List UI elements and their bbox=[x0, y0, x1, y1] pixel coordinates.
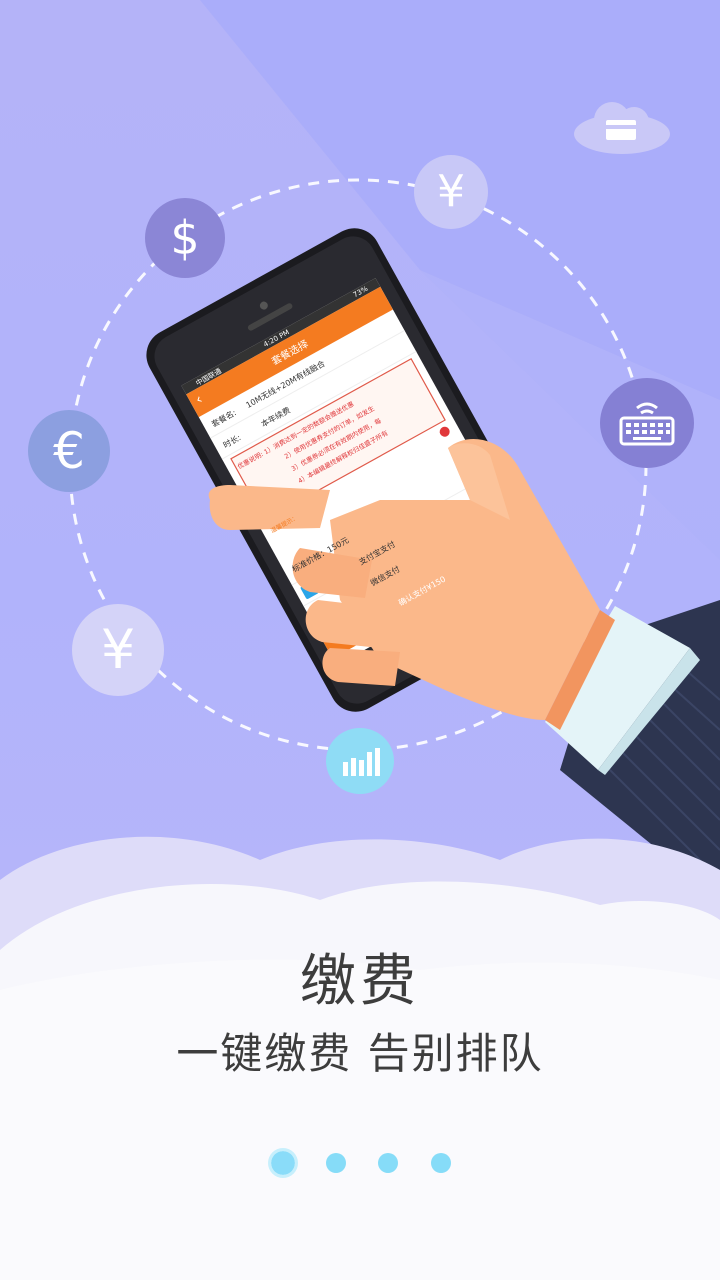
wechat-pay-option[interactable]: 微信支付 bbox=[369, 564, 402, 589]
dollar-icon: $ bbox=[145, 198, 225, 278]
page-dot[interactable] bbox=[378, 1153, 398, 1173]
page-dot[interactable] bbox=[431, 1153, 451, 1173]
page-dot-active[interactable] bbox=[268, 1148, 298, 1178]
card-cloud-icon bbox=[574, 102, 670, 154]
duration-label: 时长: bbox=[221, 433, 243, 450]
alipay-option[interactable]: 支付宝支付 bbox=[357, 539, 397, 568]
page-subtitle: 一键缴费 告别排队 bbox=[176, 1029, 544, 1078]
bar-chart-icon bbox=[326, 728, 394, 794]
euro-icon: € bbox=[28, 410, 110, 492]
duration-value: 本年续费 bbox=[259, 405, 292, 429]
keyboard-icon bbox=[600, 378, 694, 468]
warm-tip: 温馨提示： bbox=[269, 514, 300, 535]
yen-icon: ¥ bbox=[72, 604, 164, 696]
price-label: 标准价格：150元 bbox=[290, 535, 351, 575]
page-dot[interactable] bbox=[326, 1153, 346, 1173]
yen-icon: ¥ bbox=[414, 155, 488, 229]
page-indicator bbox=[0, 1148, 720, 1178]
notice-box: 优惠说明: 1）消费达到一定的数额会赠送优惠 2）使用优惠券支付的订单，如发生 … bbox=[235, 364, 437, 510]
page-title: 缴费 bbox=[300, 949, 420, 1014]
package-label: 套餐名: bbox=[210, 408, 238, 429]
